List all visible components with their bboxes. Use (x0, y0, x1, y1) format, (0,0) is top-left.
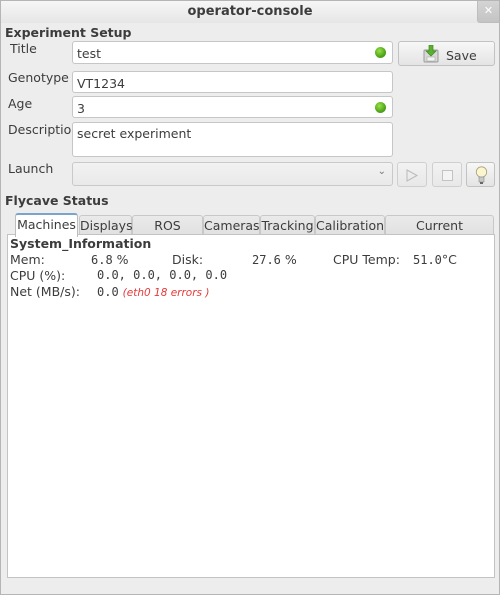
age-status-led-icon (375, 102, 386, 113)
window-title: operator-console (187, 4, 313, 19)
title-label: Title (10, 41, 37, 56)
tab-displays[interactable]: Displays (79, 215, 133, 236)
system-information-heading: System_Information (10, 236, 152, 251)
net-label: Net (MB/s): (10, 284, 80, 299)
age-value: 3 (77, 101, 85, 116)
machines-panel: System_Information Mem: 6.8 % Disk: 27.6… (7, 234, 495, 578)
tab-calibration[interactable]: Calibration (315, 215, 385, 236)
play-button[interactable] (397, 162, 427, 187)
cpu-temp-unit: °C (441, 252, 457, 267)
title-bar[interactable]: operator-console ✕ (1, 1, 499, 23)
flycave-status-heading: Flycave Status (5, 193, 109, 208)
operator-console-window: operator-console ✕ Experiment Setup Titl… (0, 0, 500, 595)
launch-label: Launch (8, 161, 54, 176)
stop-button[interactable] (432, 162, 462, 187)
genotype-input[interactable]: VT1234 (72, 71, 393, 93)
save-button[interactable]: Save (398, 41, 495, 66)
mem-value: 6.8 (91, 253, 113, 267)
cpu-temp-label: CPU Temp: (333, 252, 400, 267)
cpu-label: CPU (%): (10, 268, 66, 283)
chevron-down-icon: ⌄ (377, 166, 386, 177)
mem-label: Mem: (10, 252, 45, 267)
description-textarea[interactable]: secret experiment (72, 122, 393, 157)
save-label: Save (446, 48, 477, 63)
mem-unit: % (116, 252, 129, 267)
age-label: Age (8, 96, 33, 111)
description-label: Description (8, 122, 80, 137)
cpu-value: 0.0, 0.0, 0.0, 0.0 (97, 268, 228, 282)
play-icon (406, 169, 418, 182)
close-icon: ✕ (483, 4, 494, 17)
save-download-icon (423, 45, 439, 63)
title-input[interactable]: test (72, 41, 393, 64)
tab-current-experiment[interactable]: Current Experiment (385, 215, 494, 252)
tab-cameras[interactable]: Cameras (203, 215, 260, 236)
disk-label: Disk: (172, 252, 204, 267)
net-readout: 0.0 (eth0 18 errors ) (97, 284, 209, 299)
genotype-value: VT1234 (77, 76, 125, 91)
mem-readout: 6.8 % (91, 252, 129, 267)
tab-tracking[interactable]: Tracking (260, 215, 315, 236)
experiment-setup-heading: Experiment Setup (5, 25, 132, 40)
disk-unit: % (284, 252, 297, 267)
title-value: test (77, 46, 102, 61)
net-value: 0.0 (97, 285, 119, 299)
cpu-temp-value: 51.0 (413, 253, 442, 267)
tab-ros-nodes[interactable]: ROS Nodes (132, 215, 203, 252)
lightbulb-button[interactable] (466, 162, 495, 187)
disk-value: 27.6 (252, 253, 281, 267)
disk-readout: 27.6 % (252, 252, 297, 267)
lightbulb-icon (475, 166, 488, 184)
net-error-text: (eth0 18 errors ) (122, 287, 210, 299)
age-input[interactable]: 3 (72, 96, 393, 118)
cpu-temp-readout: 51.0°C (413, 252, 457, 267)
genotype-label: Genotype (8, 70, 69, 85)
description-value: secret experiment (77, 126, 192, 141)
close-button[interactable]: ✕ (477, 1, 499, 23)
launch-dropdown[interactable]: ⌄ (72, 162, 393, 186)
title-status-led-icon (375, 47, 386, 58)
tab-machines[interactable]: Machines (15, 213, 78, 237)
stop-icon (442, 170, 453, 181)
